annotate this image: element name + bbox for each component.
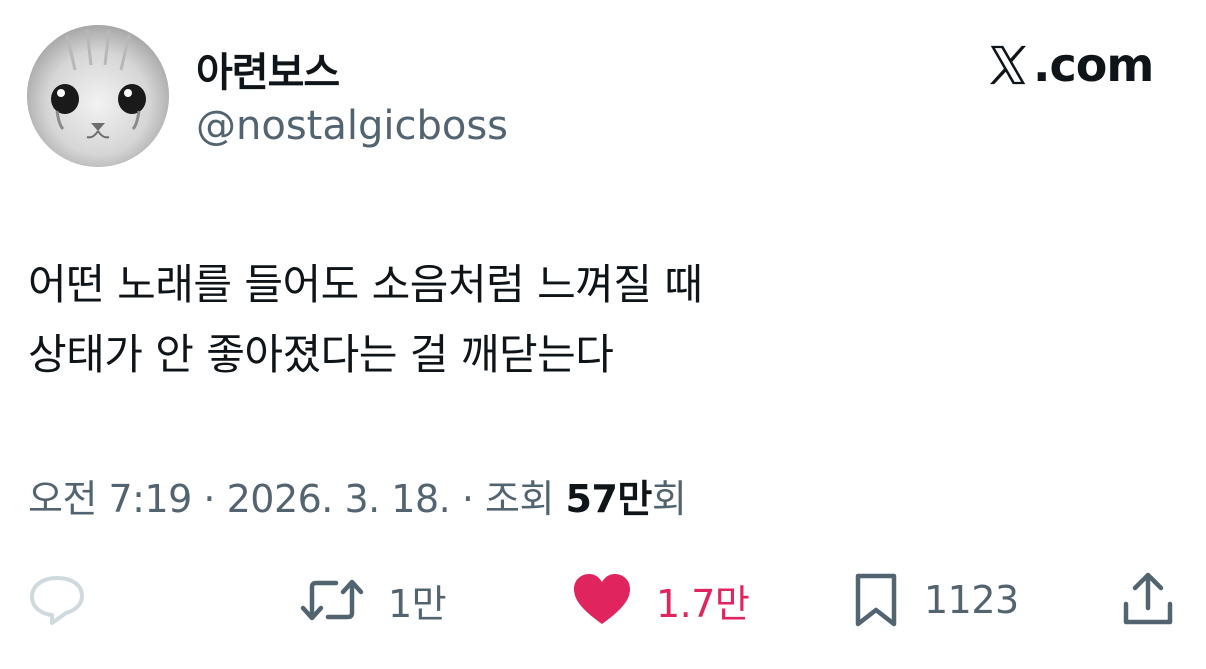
handle[interactable]: @nostalgicboss <box>196 103 508 149</box>
action-bar: 1만 1.7만 1123 <box>0 570 1206 630</box>
reply-icon <box>30 576 84 625</box>
reply-button[interactable] <box>28 570 86 630</box>
tweet-line: 상태가 안 좋아졌다는 걸 깨닫는다 <box>28 330 614 379</box>
crying-cat-avatar <box>27 25 169 167</box>
separator: · <box>191 477 227 521</box>
display-name[interactable]: 아련보스 <box>196 40 340 98</box>
views-label: 조회 <box>484 477 554 521</box>
tweet-time[interactable]: 오전 7:19 <box>28 477 192 521</box>
heart-icon <box>574 574 630 624</box>
x-logo-icon <box>989 45 1027 85</box>
views-count: 57만 <box>565 477 653 521</box>
share-icon <box>1123 572 1173 625</box>
tweet-meta: 오전 7:19 · 2026. 3. 18. · 조회 57만회 <box>28 468 687 523</box>
tweet-date[interactable]: 2026. 3. 18. <box>227 477 451 521</box>
like-count: 1.7만 <box>656 581 750 626</box>
tweet-line: 어떤 노래를 들어도 소음처럼 느껴질 때 <box>28 260 703 309</box>
brand-logo: .com <box>985 38 1154 92</box>
tweet-text: 어떤 노래를 들어도 소음처럼 느껴질 때 상태가 안 좋아졌다는 걸 깨닫는다 <box>28 250 703 390</box>
bookmark-count: 1123 <box>924 578 1019 622</box>
retweet-icon <box>300 579 364 621</box>
avatar[interactable] <box>27 25 169 167</box>
share-button[interactable] <box>1122 570 1174 630</box>
retweet-count: 1만 <box>388 581 447 626</box>
views-suffix: 회 <box>651 477 687 521</box>
retweet-button[interactable]: 1만 <box>300 570 447 630</box>
bookmark-button[interactable]: 1123 <box>852 570 1019 630</box>
bookmark-icon <box>855 573 897 627</box>
brand-label: .com <box>1033 38 1154 92</box>
like-button[interactable]: 1.7만 <box>572 570 750 630</box>
separator: · <box>450 477 485 521</box>
